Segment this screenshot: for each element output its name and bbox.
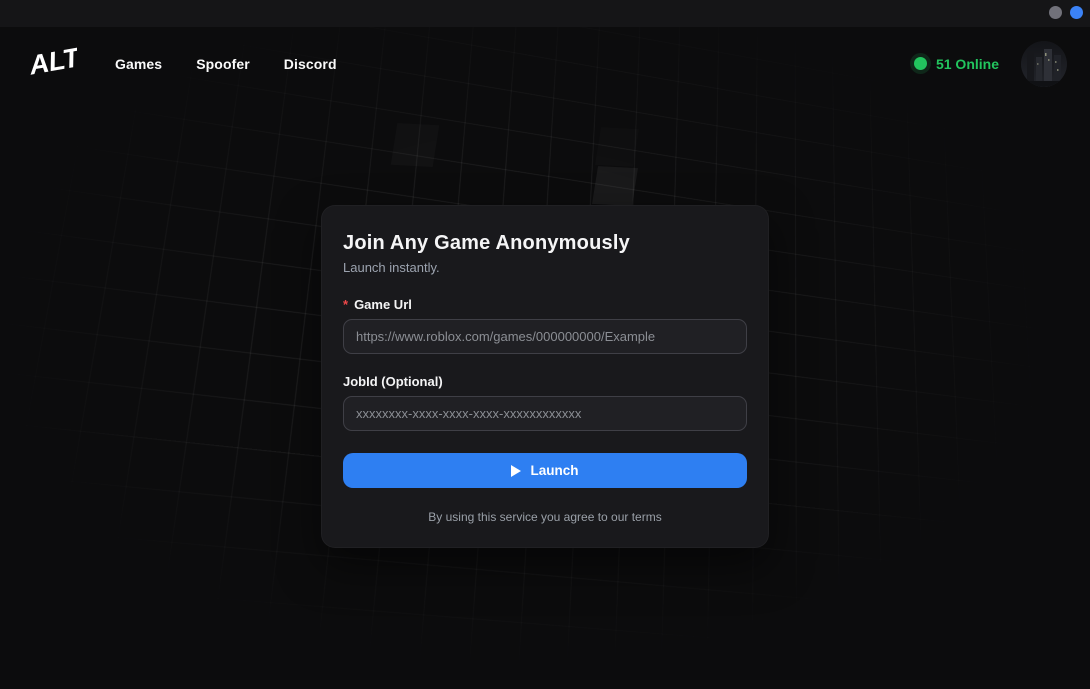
city-skyline-avatar-icon: [1021, 41, 1067, 87]
game-url-input[interactable]: [343, 319, 747, 354]
grid-highlight-cell: [391, 123, 440, 167]
status-dot-icon: [914, 57, 927, 70]
game-url-field: * Game Url: [343, 297, 747, 354]
nav-item-discord[interactable]: Discord: [284, 56, 337, 72]
avatar[interactable]: [1021, 41, 1067, 87]
game-url-label-text: Game Url: [354, 297, 412, 312]
minimize-button[interactable]: [1049, 6, 1062, 19]
launch-button-label: Launch: [530, 463, 578, 478]
logo-text: ALT: [26, 42, 77, 81]
join-game-card: Join Any Game Anonymously Launch instant…: [321, 205, 769, 548]
navbar-right: 51 Online: [914, 41, 1067, 87]
online-count-label: 51 Online: [936, 56, 999, 72]
card-subtitle: Launch instantly.: [343, 260, 747, 275]
titlebar: [0, 0, 1090, 27]
jobid-label-text: JobId (Optional): [343, 374, 443, 389]
nav-item-games[interactable]: Games: [115, 56, 162, 72]
nav-item-spoofer[interactable]: Spoofer: [196, 56, 250, 72]
game-url-label: * Game Url: [343, 297, 747, 312]
close-button[interactable]: [1070, 6, 1083, 19]
launch-button[interactable]: Launch: [343, 453, 747, 488]
navbar: ALT Games Spoofer Discord 51 Online: [0, 27, 1090, 100]
online-status: 51 Online: [914, 56, 999, 72]
required-marker: *: [343, 297, 348, 312]
nav-links: Games Spoofer Discord: [115, 56, 337, 72]
jobid-input[interactable]: [343, 396, 747, 431]
card-title: Join Any Game Anonymously: [343, 232, 747, 255]
terms-text: By using this service you agree to our t…: [343, 510, 747, 524]
alt-logo-icon[interactable]: ALT: [25, 39, 77, 88]
grid-highlight-cell: [592, 166, 638, 206]
jobid-label: JobId (Optional): [343, 374, 747, 389]
grid-highlight-cell: [595, 127, 639, 167]
play-icon: [511, 465, 521, 477]
jobid-field: JobId (Optional): [343, 374, 747, 431]
